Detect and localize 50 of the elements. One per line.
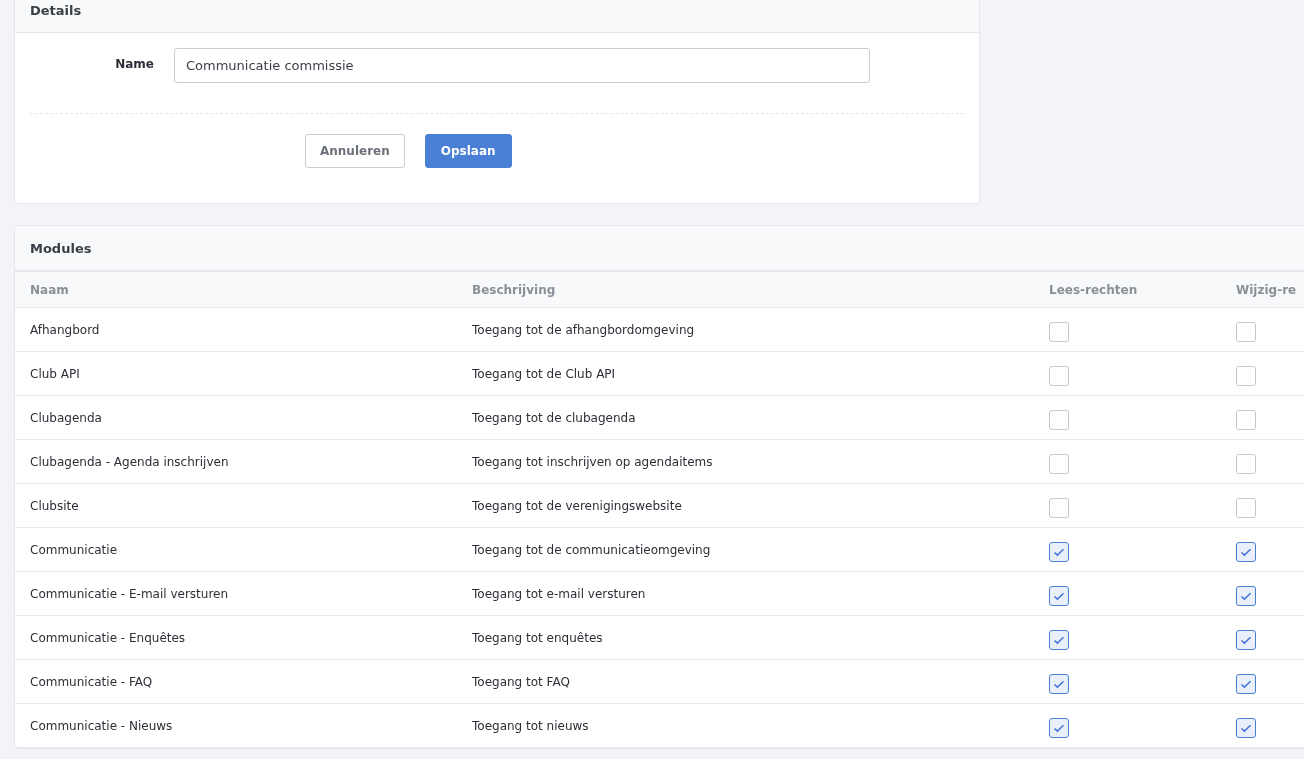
checkbox[interactable] [1049, 497, 1069, 518]
table-cell-text: Toegang tot nieuws [472, 718, 590, 733]
checkbox[interactable] [1049, 453, 1069, 474]
column-header: Beschrijving [472, 282, 557, 297]
save-button[interactable]: Opslaan [424, 134, 512, 168]
column-header: Lees-rechten [1049, 282, 1139, 297]
checkbox[interactable] [1236, 321, 1256, 342]
checkbox[interactable] [1236, 629, 1256, 650]
column-header: Naam [30, 282, 70, 297]
field-label: Name [114, 56, 154, 71]
checkbox[interactable] [1049, 321, 1069, 342]
table-cell-text: Toegang tot enquêtes [472, 630, 604, 645]
checkbox[interactable] [1236, 585, 1256, 606]
table-cell-text: Afhangbord [30, 322, 101, 337]
table-cell-text: Club API [30, 366, 81, 381]
cancel-button[interactable]: Annuleren [305, 134, 405, 168]
checkbox[interactable] [1236, 541, 1256, 562]
table-cell-text: Toegang tot de Club API [472, 366, 617, 381]
checkbox[interactable] [1236, 497, 1256, 518]
table-cell-text: Toegang tot de verenigingswebsite [472, 498, 683, 513]
table-cell-text: Toegang tot de afhangbordomgeving [472, 322, 696, 337]
checkbox[interactable] [1236, 409, 1256, 430]
checkbox[interactable] [1049, 541, 1069, 562]
table-cell-text: Communicatie - E-mail versturen [30, 586, 230, 601]
checkbox[interactable] [1236, 717, 1256, 738]
column-header: Wijzig-re [1236, 282, 1298, 297]
checkbox[interactable] [1236, 365, 1256, 386]
table-cell-text: Communicatie - Enquêtes [30, 630, 187, 645]
table-cell-text: Communicatie [30, 542, 119, 557]
table-cell-text: Toegang tot FAQ [472, 674, 571, 689]
checkbox[interactable] [1049, 585, 1069, 606]
table-cell-text: Communicatie - Nieuws [30, 718, 174, 733]
checkbox[interactable] [1049, 409, 1069, 430]
name-input[interactable]: Communicatie commissie [174, 48, 870, 83]
table-cell-text: Toegang tot de communicatieomgeving [472, 542, 712, 557]
checkbox[interactable] [1049, 673, 1069, 694]
card-title: Details [30, 2, 82, 18]
table-cell-text: Clubsite [30, 498, 80, 513]
checkbox[interactable] [1049, 629, 1069, 650]
checkbox[interactable] [1049, 717, 1069, 738]
table-cell-text: Toegang tot de clubagenda [472, 410, 637, 425]
table-cell-text: Toegang tot inschrijven op agendaitems [472, 454, 714, 469]
checkbox[interactable] [1049, 365, 1069, 386]
table-cell-text: Communicatie - FAQ [30, 674, 154, 689]
table-cell-text: Clubagenda [30, 410, 103, 425]
card-title: Modules [30, 240, 92, 256]
table-cell-text: Clubagenda - Agenda inschrijven [30, 454, 230, 469]
table-cell-text: Toegang tot e-mail versturen [472, 586, 647, 601]
checkbox[interactable] [1236, 453, 1256, 474]
checkbox[interactable] [1236, 673, 1256, 694]
